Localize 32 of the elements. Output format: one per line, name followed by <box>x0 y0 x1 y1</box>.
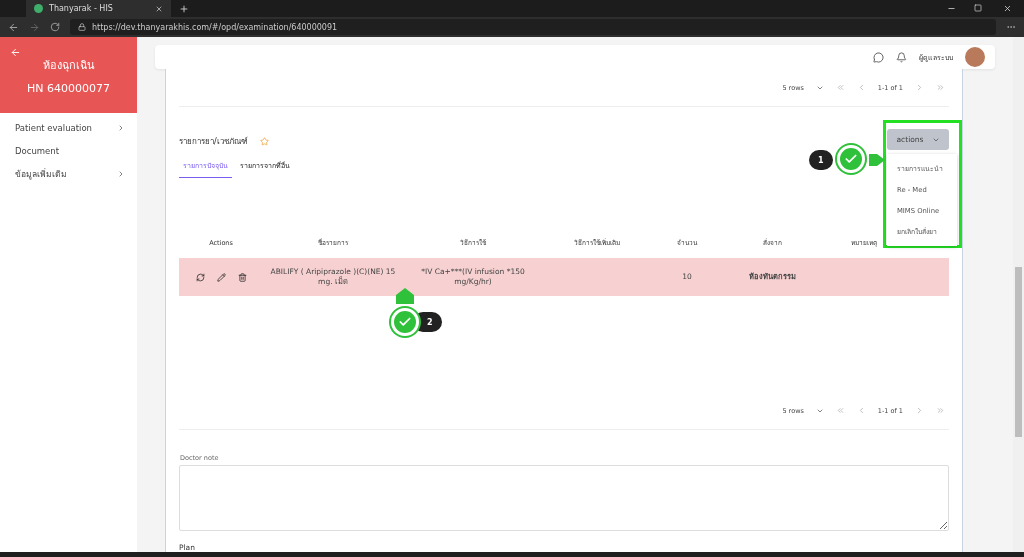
check-icon <box>391 308 419 336</box>
edit-icon[interactable] <box>216 272 226 282</box>
star-icon[interactable] <box>259 137 269 146</box>
back-icon[interactable] <box>8 21 19 33</box>
address-field[interactable]: https://dev.thanyarakhis.com/#/opd/examination/640000091 <box>70 19 996 35</box>
doctor-note-field[interactable] <box>179 465 949 531</box>
check-icon <box>837 145 865 173</box>
sidebar-item[interactable]: ข้อมูลเพิ่มเติม <box>0 162 137 185</box>
callout-arrow-icon <box>396 288 414 304</box>
callout-arrow-icon <box>869 152 885 168</box>
hn-number: HN 640000077 <box>27 81 110 95</box>
site-icon <box>34 4 43 13</box>
bell-icon[interactable] <box>896 51 907 63</box>
new-tab-icon[interactable] <box>179 4 189 14</box>
refresh-icon[interactable] <box>195 272 205 282</box>
avatar[interactable] <box>965 47 985 67</box>
delete-icon[interactable] <box>237 272 247 282</box>
sidebar-item[interactable]: Patient evaluation <box>0 116 137 139</box>
scrollbar[interactable] <box>1013 37 1024 552</box>
department-name: ห้องฉุกเฉิน <box>42 57 95 74</box>
close-icon[interactable] <box>155 4 163 13</box>
browser-tab[interactable]: Thanyarak - HIS <box>26 0 171 17</box>
sidebar-item[interactable]: Document <box>0 139 137 162</box>
section-title: รายการยา/เวชภัณฑ์ <box>179 136 248 148</box>
maximize-icon[interactable] <box>974 4 982 12</box>
reload-icon[interactable] <box>50 22 60 32</box>
forward-icon[interactable] <box>29 21 40 33</box>
back-icon[interactable] <box>10 47 21 58</box>
chat-icon[interactable] <box>873 51 884 63</box>
lock-icon <box>78 23 86 31</box>
close-icon[interactable] <box>1003 4 1012 13</box>
callout-number: 1 <box>809 150 833 170</box>
